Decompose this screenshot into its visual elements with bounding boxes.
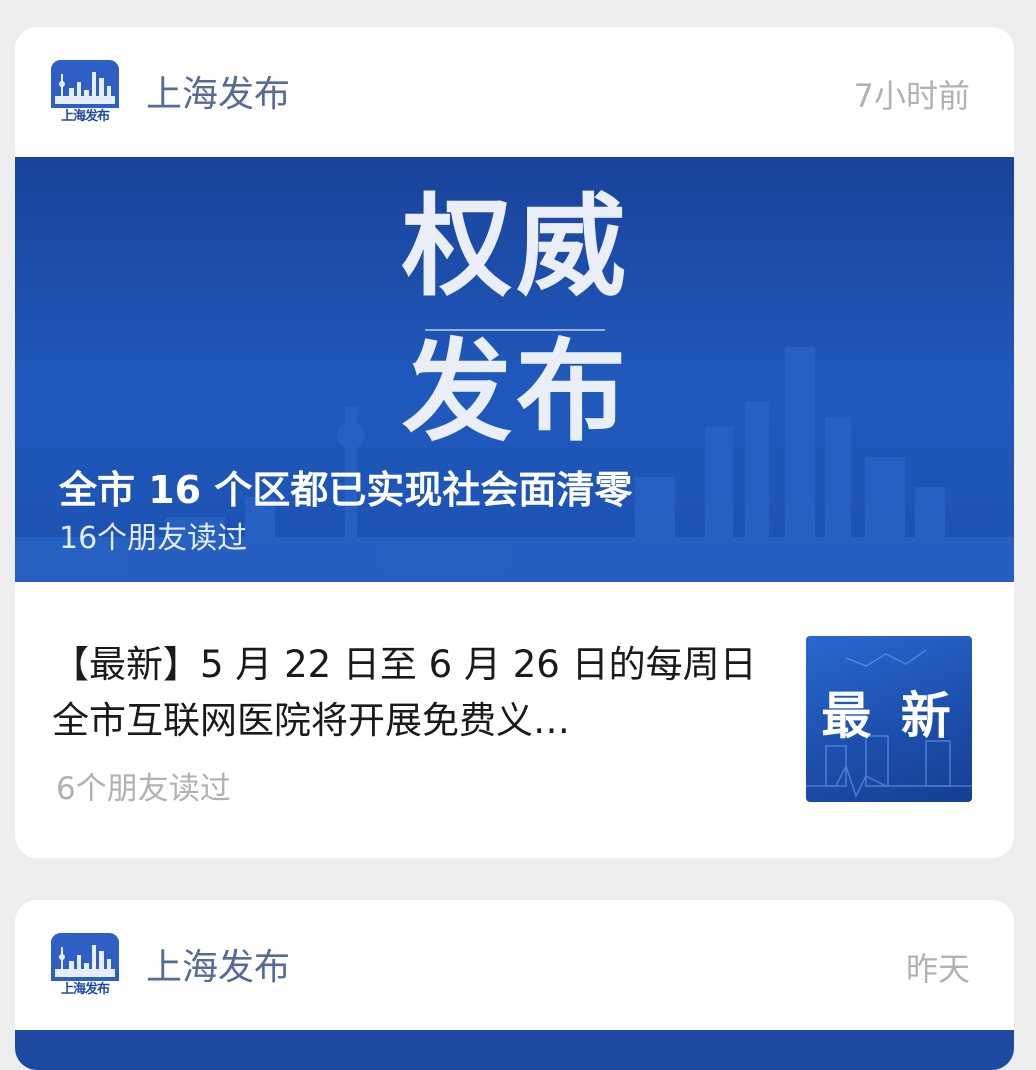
banner-big-text-1: 权威 <box>402 183 630 311</box>
account-avatar[interactable]: 上海发布 <box>51 933 119 1001</box>
card-header[interactable]: 上海发布 上海发布 昨天 <box>15 900 1014 1030</box>
featured-article-banner[interactable]: 权威 发布 全市 16 个区都已实现社会面清零 16个朋友读过 <box>15 157 1014 582</box>
timestamp: 昨天 <box>905 950 970 988</box>
article-friend-reads: 6个朋友读过 <box>56 771 231 807</box>
thumbnail-text: 最 新 <box>821 686 957 745</box>
featured-article-friend-reads: 16个朋友读过 <box>59 521 248 556</box>
article-title[interactable]: 【最新】5 月 22 日至 6 月 26 日的每周日全市互联网医院将开展免费义… <box>52 637 772 749</box>
skyline-icon <box>51 933 119 983</box>
banner-big-text-2: 发布 <box>402 328 630 456</box>
feed-card[interactable]: 上海发布 上海发布 昨天 <box>15 900 1014 1070</box>
avatar-label: 上海发布 <box>51 981 119 999</box>
article-item[interactable]: 【最新】5 月 22 日至 6 月 26 日的每周日全市互联网医院将开展免费义…… <box>15 582 1014 858</box>
feed-card[interactable]: 上海发布 上海发布 7小时前 权威 发布 全市 16 个区都已实现社会面清零 1… <box>15 27 1014 858</box>
account-name[interactable]: 上海发布 <box>146 944 290 992</box>
account-avatar[interactable]: 上海发布 <box>51 60 119 128</box>
account-name[interactable]: 上海发布 <box>146 71 290 119</box>
article-thumbnail[interactable]: 最 新 <box>806 636 972 802</box>
featured-article-banner[interactable] <box>15 1030 1014 1070</box>
skyline-icon <box>51 60 119 110</box>
card-header[interactable]: 上海发布 上海发布 7小时前 <box>15 27 1014 157</box>
avatar-label: 上海发布 <box>51 108 119 126</box>
featured-article-title[interactable]: 全市 16 个区都已实现社会面清零 <box>59 465 632 515</box>
timestamp: 7小时前 <box>853 77 970 115</box>
